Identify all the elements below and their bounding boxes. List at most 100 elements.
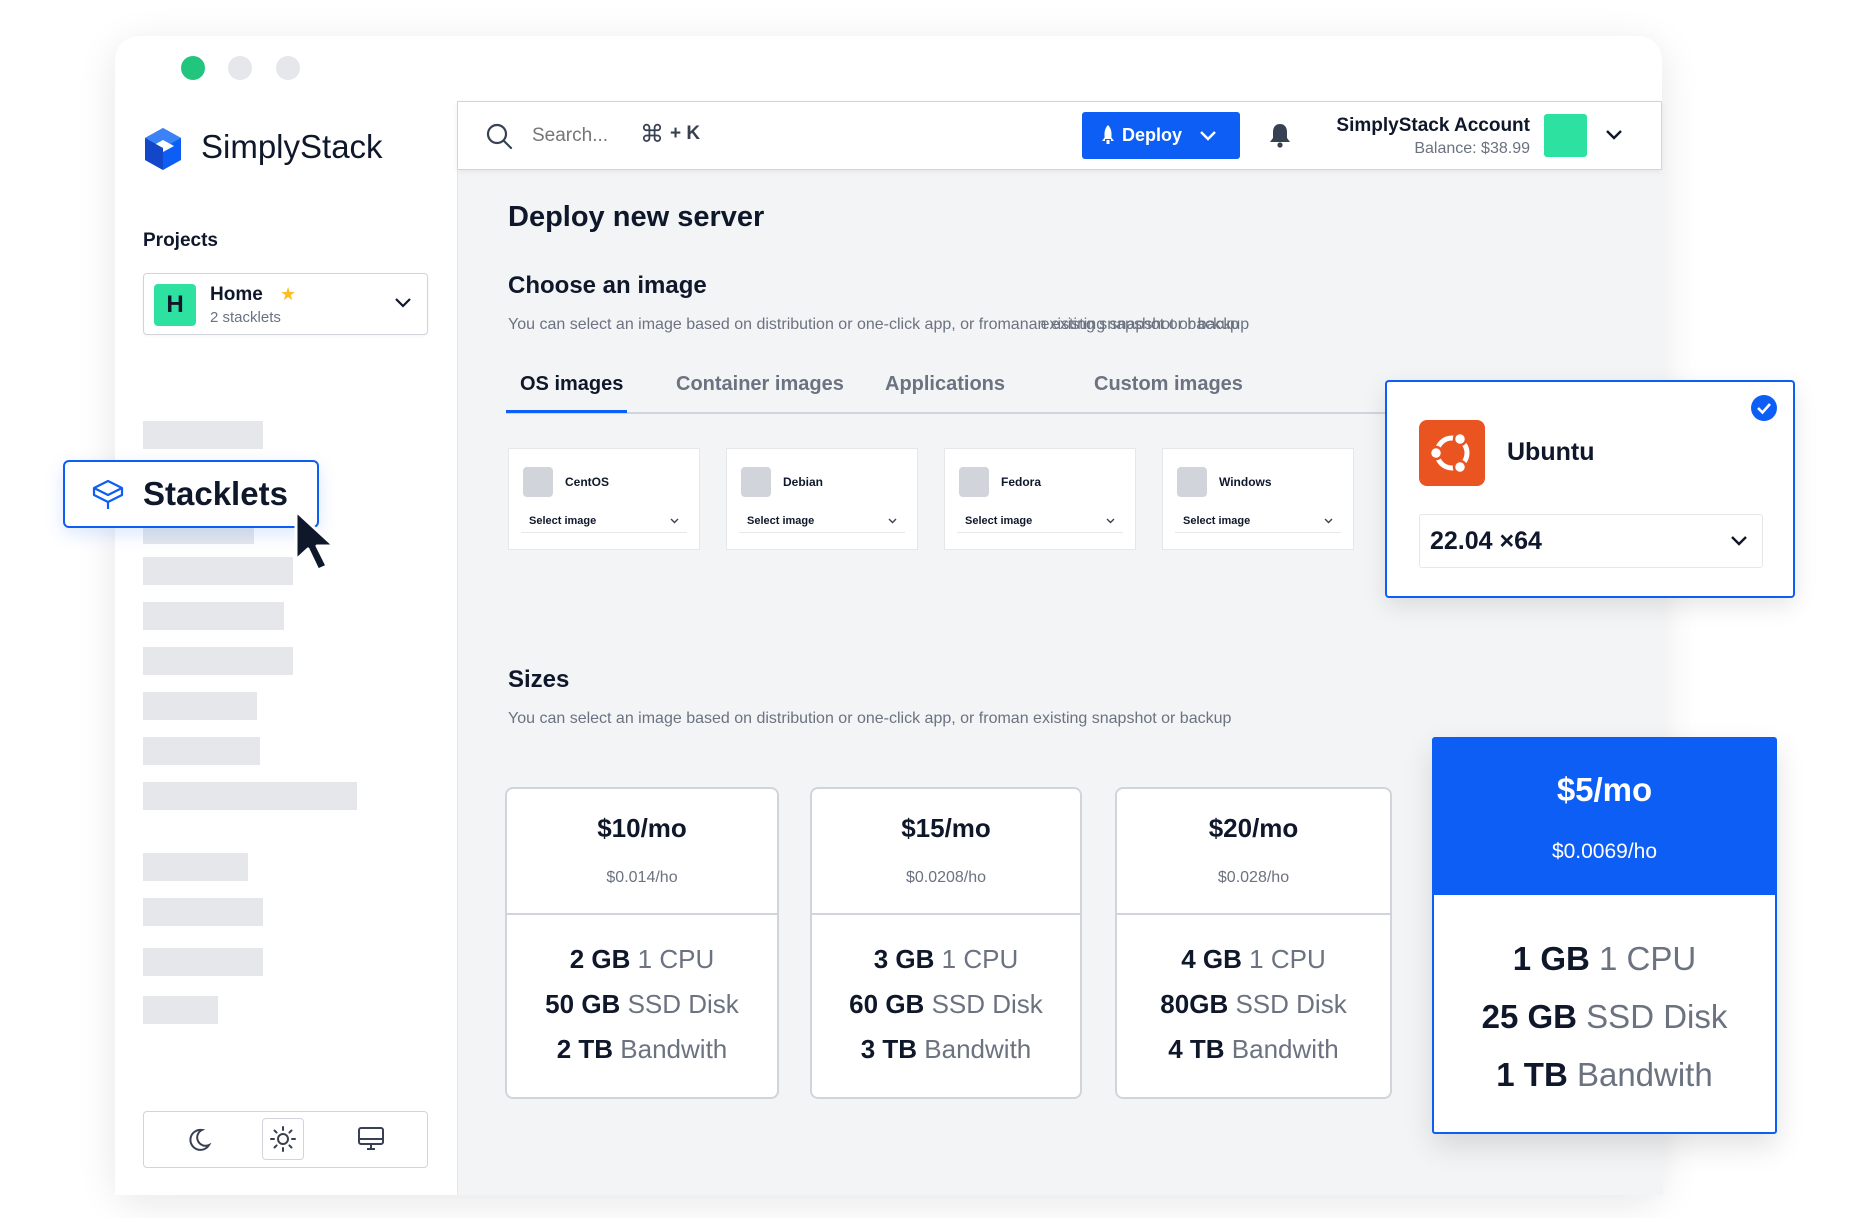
os-logo-placeholder — [741, 467, 771, 497]
divider — [812, 913, 1080, 915]
os-card-fedora[interactable]: Fedora Select image — [944, 448, 1136, 550]
sidebar-item-label: Stacklets — [143, 475, 288, 512]
version-select[interactable]: 22.04 ×64 — [1419, 514, 1763, 568]
chevron-down-icon[interactable] — [1605, 129, 1623, 141]
nav-placeholder — [143, 853, 248, 881]
selected-plan-card[interactable]: $5/mo $0.0069/ho 1 GB 1 CPU 25 GB SSD Di… — [1432, 737, 1777, 1134]
cpu: 1 CPU — [637, 944, 715, 974]
description-overlap-b: existing snapshot or backup — [1040, 316, 1239, 333]
plan-price: $10/mo — [597, 813, 687, 843]
plan-card[interactable]: $10/mo $0.014/ho 2 GB 1 CPU 50 GB SSD Di… — [505, 787, 779, 1099]
search-input[interactable] — [530, 120, 619, 152]
theme-switcher — [143, 1111, 428, 1168]
nav-placeholder — [143, 692, 257, 720]
page-title: Deploy new server — [508, 201, 765, 233]
nav-placeholder — [143, 948, 263, 976]
deploy-button[interactable]: Deploy — [1082, 112, 1240, 159]
project-selector[interactable]: H Home ★ 2 stacklets — [143, 273, 428, 335]
selected-image-card[interactable]: Ubuntu 22.04 ×64 — [1385, 380, 1795, 598]
bell-icon[interactable] — [1267, 121, 1293, 149]
tab-applications[interactable]: Applications — [885, 373, 1005, 396]
bandwidth: 2 TB — [556, 1034, 614, 1064]
chevron-down-icon — [670, 518, 679, 524]
monitor-icon[interactable] — [356, 1125, 386, 1153]
window-dot-gray[interactable] — [276, 56, 300, 80]
section-heading-sizes: Sizes — [508, 666, 570, 693]
os-logo-placeholder — [523, 467, 553, 497]
plan-ram-cpu: 3 GB 1 CPU — [812, 944, 1080, 975]
star-icon: ★ — [280, 284, 297, 304]
plan-price: $15/mo — [901, 813, 991, 843]
section-description-sizes: You can select an image based on distrib… — [508, 710, 1232, 727]
bandwidth-label: Bandwith — [620, 1034, 728, 1064]
disk-label: SSD Disk — [1235, 989, 1347, 1019]
active-tab-indicator — [506, 410, 627, 413]
plan-card[interactable]: $20/mo $0.028/ho 4 GB 1 CPU 80GB SSD Dis… — [1115, 787, 1392, 1099]
plan-bandwidth: 3 TB Bandwith — [812, 1034, 1080, 1065]
projects-heading: Projects — [143, 230, 218, 251]
plan-price: $20/mo — [1208, 813, 1299, 843]
os-card-debian[interactable]: Debian Select image — [726, 448, 918, 550]
command-key-icon: ⌘ — [640, 121, 664, 148]
disk: 80GB — [1160, 989, 1229, 1019]
tab-container-images[interactable]: Container images — [676, 373, 844, 396]
plan-disk: 25 GB SSD Disk — [1434, 998, 1775, 1036]
selected-image-name: Ubuntu — [1507, 438, 1595, 466]
version-select[interactable]: Select image — [739, 511, 905, 533]
selected-version: 22.04 ×64 — [1430, 527, 1542, 555]
os-logo-placeholder — [1177, 467, 1207, 497]
search-icon — [486, 123, 513, 150]
project-name: Home — [210, 284, 263, 305]
disk: 60 GB — [849, 989, 925, 1019]
project-avatar: H — [154, 284, 196, 326]
select-label: Select image — [965, 515, 1033, 527]
tabs-divider — [506, 412, 1386, 414]
bandwidth: 3 TB — [860, 1034, 918, 1064]
tab-os-images[interactable]: OS images — [520, 373, 623, 396]
plan-disk: 50 GB SSD Disk — [507, 989, 777, 1020]
version-select[interactable]: Select image — [1175, 511, 1341, 533]
disk-label: SSD Disk — [627, 989, 739, 1019]
plan-ram-cpu: 1 GB 1 CPU — [1434, 940, 1775, 978]
plan-card[interactable]: $15/mo $0.0208/ho 3 GB 1 CPU 60 GB SSD D… — [810, 787, 1082, 1099]
account-balance: Balance: $38.99 — [1414, 140, 1530, 157]
plan-hourly: $0.014/ho — [606, 869, 678, 886]
cpu: 1 CPU — [1249, 944, 1326, 974]
plan-ram-cpu: 4 GB 1 CPU — [1117, 944, 1390, 975]
os-name: Debian — [783, 475, 824, 489]
sidebar-item-stacklets[interactable]: Stacklets — [63, 460, 319, 528]
bandwidth-label: Bandwith — [1576, 1056, 1713, 1093]
divider — [1117, 913, 1390, 915]
selected-plan-header — [1434, 739, 1775, 895]
ubuntu-logo-icon — [1419, 420, 1485, 486]
window-dot-gray[interactable] — [228, 56, 252, 80]
window-dot-green[interactable] — [181, 56, 205, 80]
avatar[interactable] — [1544, 114, 1587, 157]
ram: 4 GB — [1181, 944, 1242, 974]
account-name: SimplyStack Account — [1336, 115, 1530, 136]
sun-button[interactable] — [262, 1118, 304, 1160]
layers-icon — [92, 479, 124, 509]
nav-placeholder — [143, 996, 218, 1024]
plan-price: $5/mo — [1556, 771, 1653, 808]
version-select[interactable]: Select image — [957, 511, 1123, 533]
shortcut-hint: + K — [670, 123, 701, 144]
section-heading-image: Choose an image — [508, 272, 707, 299]
plan-hourly: $0.0069/ho — [1551, 840, 1658, 863]
ram: 3 GB — [873, 944, 935, 974]
description-text: You can select an image based on distrib… — [508, 316, 1029, 333]
nav-placeholder — [143, 602, 284, 630]
os-card-centos[interactable]: CentOS Select image — [508, 448, 700, 550]
rocket-icon — [1102, 125, 1114, 144]
version-select[interactable]: Select image — [521, 511, 687, 533]
chevron-down-icon — [1324, 518, 1333, 524]
bandwidth-label: Bandwith — [1231, 1034, 1339, 1064]
disk-label: SSD Disk — [1586, 998, 1728, 1035]
os-card-windows[interactable]: Windows Select image — [1162, 448, 1354, 550]
bandwidth: 1 TB — [1496, 1056, 1568, 1093]
tab-custom-images[interactable]: Custom images — [1094, 373, 1243, 396]
plan-bandwidth: 1 TB Bandwith — [1434, 1056, 1775, 1094]
bandwidth-label: Bandwith — [924, 1034, 1032, 1064]
ram: 1 GB — [1512, 940, 1590, 977]
moon-icon[interactable] — [184, 1125, 214, 1155]
